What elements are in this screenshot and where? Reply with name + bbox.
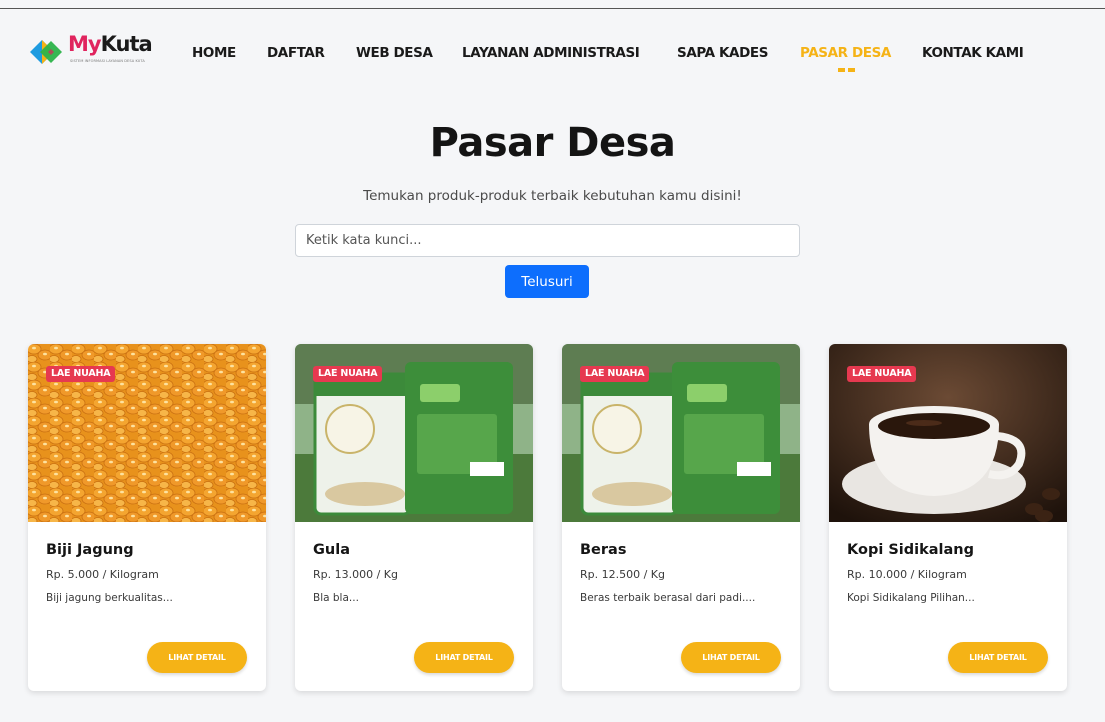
page-title: Pasar Desa [429, 120, 676, 166]
product-description: Bla bla... [313, 592, 359, 604]
top-divider [0, 8, 1105, 9]
product-description: Kopi Sidikalang Pilihan... [847, 592, 975, 604]
product-name: Beras [580, 542, 627, 558]
product-price: Rp. 13.000 / Kg [313, 568, 399, 581]
product-name: Kopi Sidikalang [847, 542, 974, 558]
nav-item-home[interactable]: HOME [192, 45, 236, 61]
active-nav-indicator [838, 68, 858, 72]
nav-item-layanan-administrasi[interactable]: LAYANAN ADMINISTRASI [462, 45, 640, 61]
product-description: Beras terbaik berasal dari padi.... [580, 592, 756, 604]
view-detail-button[interactable]: LIHAT DETAIL [948, 642, 1048, 673]
nav-item-web-desa[interactable]: WEB DESA [356, 45, 433, 61]
nav-item-pasar-desa[interactable]: PASAR DESA [800, 45, 891, 61]
nav-item-kontak-kami[interactable]: KONTAK KAMI [922, 45, 1024, 61]
seller-badge: LAE NUAHA [46, 366, 116, 382]
search-input[interactable] [295, 224, 800, 257]
seller-badge: LAE NUAHA [847, 366, 917, 382]
view-detail-button[interactable]: LIHAT DETAIL [147, 642, 247, 673]
page-subtitle: Temukan produk-produk terbaik kebutuhan … [363, 188, 742, 204]
seller-badge: LAE NUAHA [580, 366, 650, 382]
product-name: Gula [313, 542, 350, 558]
product-card: LAE NUAHA Gula Rp. 13.000 / Kg Bla bla..… [295, 344, 533, 691]
product-card: LAE NUAHA Beras Rp. 12.500 / Kg Beras te… [562, 344, 800, 691]
product-card: LAE NUAHA Biji Jagung Rp. 5.000 / Kilogr… [28, 344, 266, 691]
product-description: Biji jagung berkualitas... [46, 592, 173, 604]
product-price: Rp. 5.000 / Kilogram [46, 568, 159, 581]
product-name: Biji Jagung [46, 542, 134, 558]
nav-item-daftar[interactable]: DAFTAR [267, 45, 325, 61]
product-price: Rp. 12.500 / Kg [580, 568, 666, 581]
nav-item-sapa-kades[interactable]: SAPA KADES [677, 45, 768, 61]
seller-badge: LAE NUAHA [313, 366, 383, 382]
product-price: Rp. 10.000 / Kilogram [847, 568, 967, 581]
main-nav: HOME DAFTAR WEB DESA LAYANAN ADMINISTRAS… [0, 45, 1105, 65]
view-detail-button[interactable]: LIHAT DETAIL [414, 642, 514, 673]
view-detail-button[interactable]: LIHAT DETAIL [681, 642, 781, 673]
search-button[interactable]: Telusuri [505, 265, 589, 298]
product-card: LAE NUAHA Kopi Sidikalang Rp. 10.000 / K… [829, 344, 1067, 691]
